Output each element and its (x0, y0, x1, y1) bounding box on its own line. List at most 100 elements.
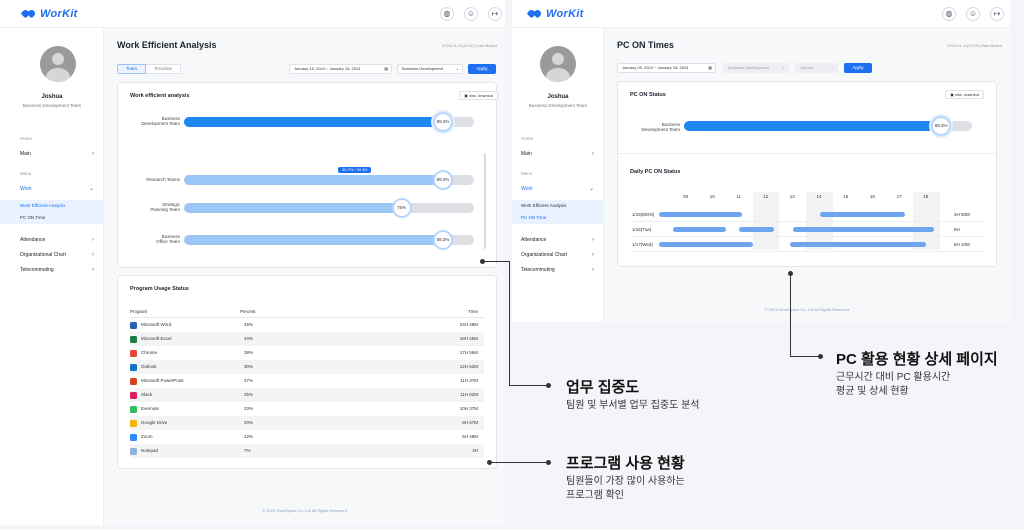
team-template-toggle: Team Template (117, 64, 182, 74)
time-cell: 10H 37M (459, 406, 478, 411)
chevron-right-icon: › (592, 252, 594, 258)
program-cell: Evernote (130, 402, 159, 416)
download-icon: ▣ (950, 92, 954, 97)
sidebar-item-attendance[interactable]: Attendance › (512, 234, 604, 246)
sidebar-item-pc-on-time[interactable]: PC ON Time (512, 212, 604, 224)
pc-on-segment[interactable] (819, 212, 905, 217)
nav-section-menu: Menu (20, 171, 32, 176)
department-select[interactable]: Business Development ⌄ (397, 64, 463, 74)
connector-line (482, 261, 510, 262)
word-icon (130, 321, 137, 329)
slack-icon (130, 391, 137, 399)
connector-dot (546, 383, 551, 388)
sidebar-item-telecommuting[interactable]: Telecommuting › (512, 264, 604, 276)
sidebar-item-pc-on-time[interactable]: PC ON Time (0, 212, 104, 224)
status-bar-value: 89.3% (931, 116, 952, 136)
page-title: PC ON Times (617, 40, 674, 50)
table-row[interactable]: Evernote 23% 10H 37M (130, 402, 484, 416)
user-icon[interactable]: ☺ (464, 7, 478, 21)
sidebar-item-org-chart[interactable]: Organizational Chart › (0, 249, 104, 261)
chevron-right-icon: › (592, 151, 594, 157)
day-total: 8H (954, 227, 960, 232)
scrollbar[interactable] (484, 153, 486, 249)
pc-on-segment[interactable] (739, 227, 775, 232)
department-select-value: Business Development (402, 66, 443, 71)
table-row[interactable]: Slack 25% 11H 02M (130, 388, 484, 402)
pc-on-segment[interactable] (792, 227, 935, 232)
hour-tick-label: 15 (843, 194, 849, 199)
sidebar-item-main[interactable]: Main › (512, 148, 604, 160)
hour-tick-label: 12 (763, 194, 769, 199)
percent-cell: 40% (244, 336, 254, 341)
workit-logo[interactable]: WorKit (526, 8, 584, 20)
sidebar-item-main[interactable]: Main › (0, 148, 104, 160)
program-cell: Notepad (130, 444, 158, 458)
chevron-right-icon: › (92, 237, 94, 243)
department-select-value: Business Development (728, 65, 769, 70)
logo-mark-icon (526, 8, 543, 19)
calendar-icon: ▦ (384, 66, 388, 71)
header-program: Program (130, 309, 148, 314)
table-row[interactable]: Zoom 12% 5H 48M (130, 430, 484, 444)
logout-icon[interactable]: ↦ (488, 7, 502, 21)
card-title: Work efficient analysis (130, 93, 190, 99)
efficiency-bar-track (184, 117, 474, 127)
bar-tooltip: 30.7% / 40.3H (338, 167, 372, 173)
logout-icon[interactable]: ↦ (990, 7, 1004, 21)
program-usage-card: Program Usage Status Program Percent Tim… (117, 275, 497, 469)
table-row[interactable]: Notepad 7% 3H (130, 444, 484, 458)
xlsx-download-button[interactable]: ▣ xlsx. downlod (459, 91, 498, 100)
connector-line (490, 462, 547, 463)
date-to: January 18, 2024 (657, 65, 689, 70)
workit-logo[interactable]: WorKit (20, 8, 78, 20)
date-range-picker[interactable]: January 09, 2024 ~ January 18, 2024 ▦ (617, 63, 716, 73)
table-row[interactable]: Microsoft Excel 40% 18H 25M (130, 332, 484, 346)
globe-icon[interactable]: ◍ (942, 7, 956, 21)
table-row[interactable]: Chrome 38% 17H 56M (130, 346, 484, 360)
table-row[interactable]: Google Drive 20% 8H 57M (130, 416, 484, 430)
work-efficiency-card: Work efficient analysis ▣ xlsx. downlod … (117, 82, 498, 268)
sidebar-item-work-efficient[interactable]: Work Efficient Analysis (512, 200, 604, 212)
percent-cell: 27% (244, 378, 254, 383)
date-separator: ~ (654, 65, 657, 70)
tab-template[interactable]: Template (146, 64, 182, 74)
pc-on-segment[interactable] (659, 212, 743, 217)
pc-on-segment[interactable] (672, 227, 727, 232)
department-select[interactable]: Business Development ⌄ (723, 63, 789, 73)
logo-text: WorKit (40, 8, 78, 20)
member-select[interactable]: Joshua ⌄ (795, 63, 838, 73)
sidebar-item-org-chart[interactable]: Organizational Chart › (512, 249, 604, 261)
sidebar-item-work-efficient[interactable]: Work Efficient Analysis (0, 200, 104, 212)
efficiency-bar-value: 89.3% (432, 170, 453, 190)
chrome-icon (130, 349, 137, 357)
main-content: Work Efficient Analysis 2024-01-11(10:00… (104, 28, 505, 525)
efficiency-bar-value: 89.3% (432, 112, 453, 132)
table-row[interactable]: Microsoft Word 45% 24H 48M (130, 318, 484, 332)
xlsx-download-label: xlsx. downlod (468, 93, 493, 98)
work-submenu: Work Efficient Analysis PC ON Time (512, 200, 604, 224)
sidebar-item-work[interactable]: Work ⌄ (0, 183, 104, 195)
sidebar-item-attendance[interactable]: Attendance › (0, 234, 104, 246)
day-total: 8H 10M (954, 242, 970, 247)
pc-on-status-card: PC ON Status ▣ xlsx. downlod Business De… (617, 81, 997, 267)
table-row[interactable]: Microsoft PowerPoint 27% 11H 37M (130, 374, 484, 388)
efficiency-bar-value: 75% (391, 198, 412, 218)
percent-cell: 7% (244, 448, 251, 453)
table-row[interactable]: Outlook 30% 12H 52M (130, 360, 484, 374)
date-range-picker[interactable]: January 15, 2024 ~ January 15, 2024 ▦ (289, 64, 392, 74)
apply-button[interactable]: Apply (468, 64, 496, 74)
program-cell: Microsoft PowerPoint (130, 374, 184, 388)
xlsx-download-button[interactable]: ▣ xlsx. downlod (945, 90, 984, 99)
pc-on-segment[interactable] (790, 242, 927, 247)
pc-on-segment[interactable] (659, 242, 753, 247)
logo-text: WorKit (546, 8, 584, 20)
globe-icon[interactable]: ◍ (440, 7, 454, 21)
row-divider (630, 251, 984, 252)
sidebar-item-work[interactable]: Work ⌄ (512, 183, 604, 195)
logo-mark-icon (20, 8, 37, 19)
sidebar-item-telecommuting[interactable]: Telecommuting › (0, 264, 104, 276)
apply-button[interactable]: Apply (844, 63, 872, 73)
time-cell: 11H 02M (460, 392, 478, 397)
tab-team[interactable]: Team (117, 64, 147, 74)
user-icon[interactable]: ☺ (966, 7, 980, 21)
